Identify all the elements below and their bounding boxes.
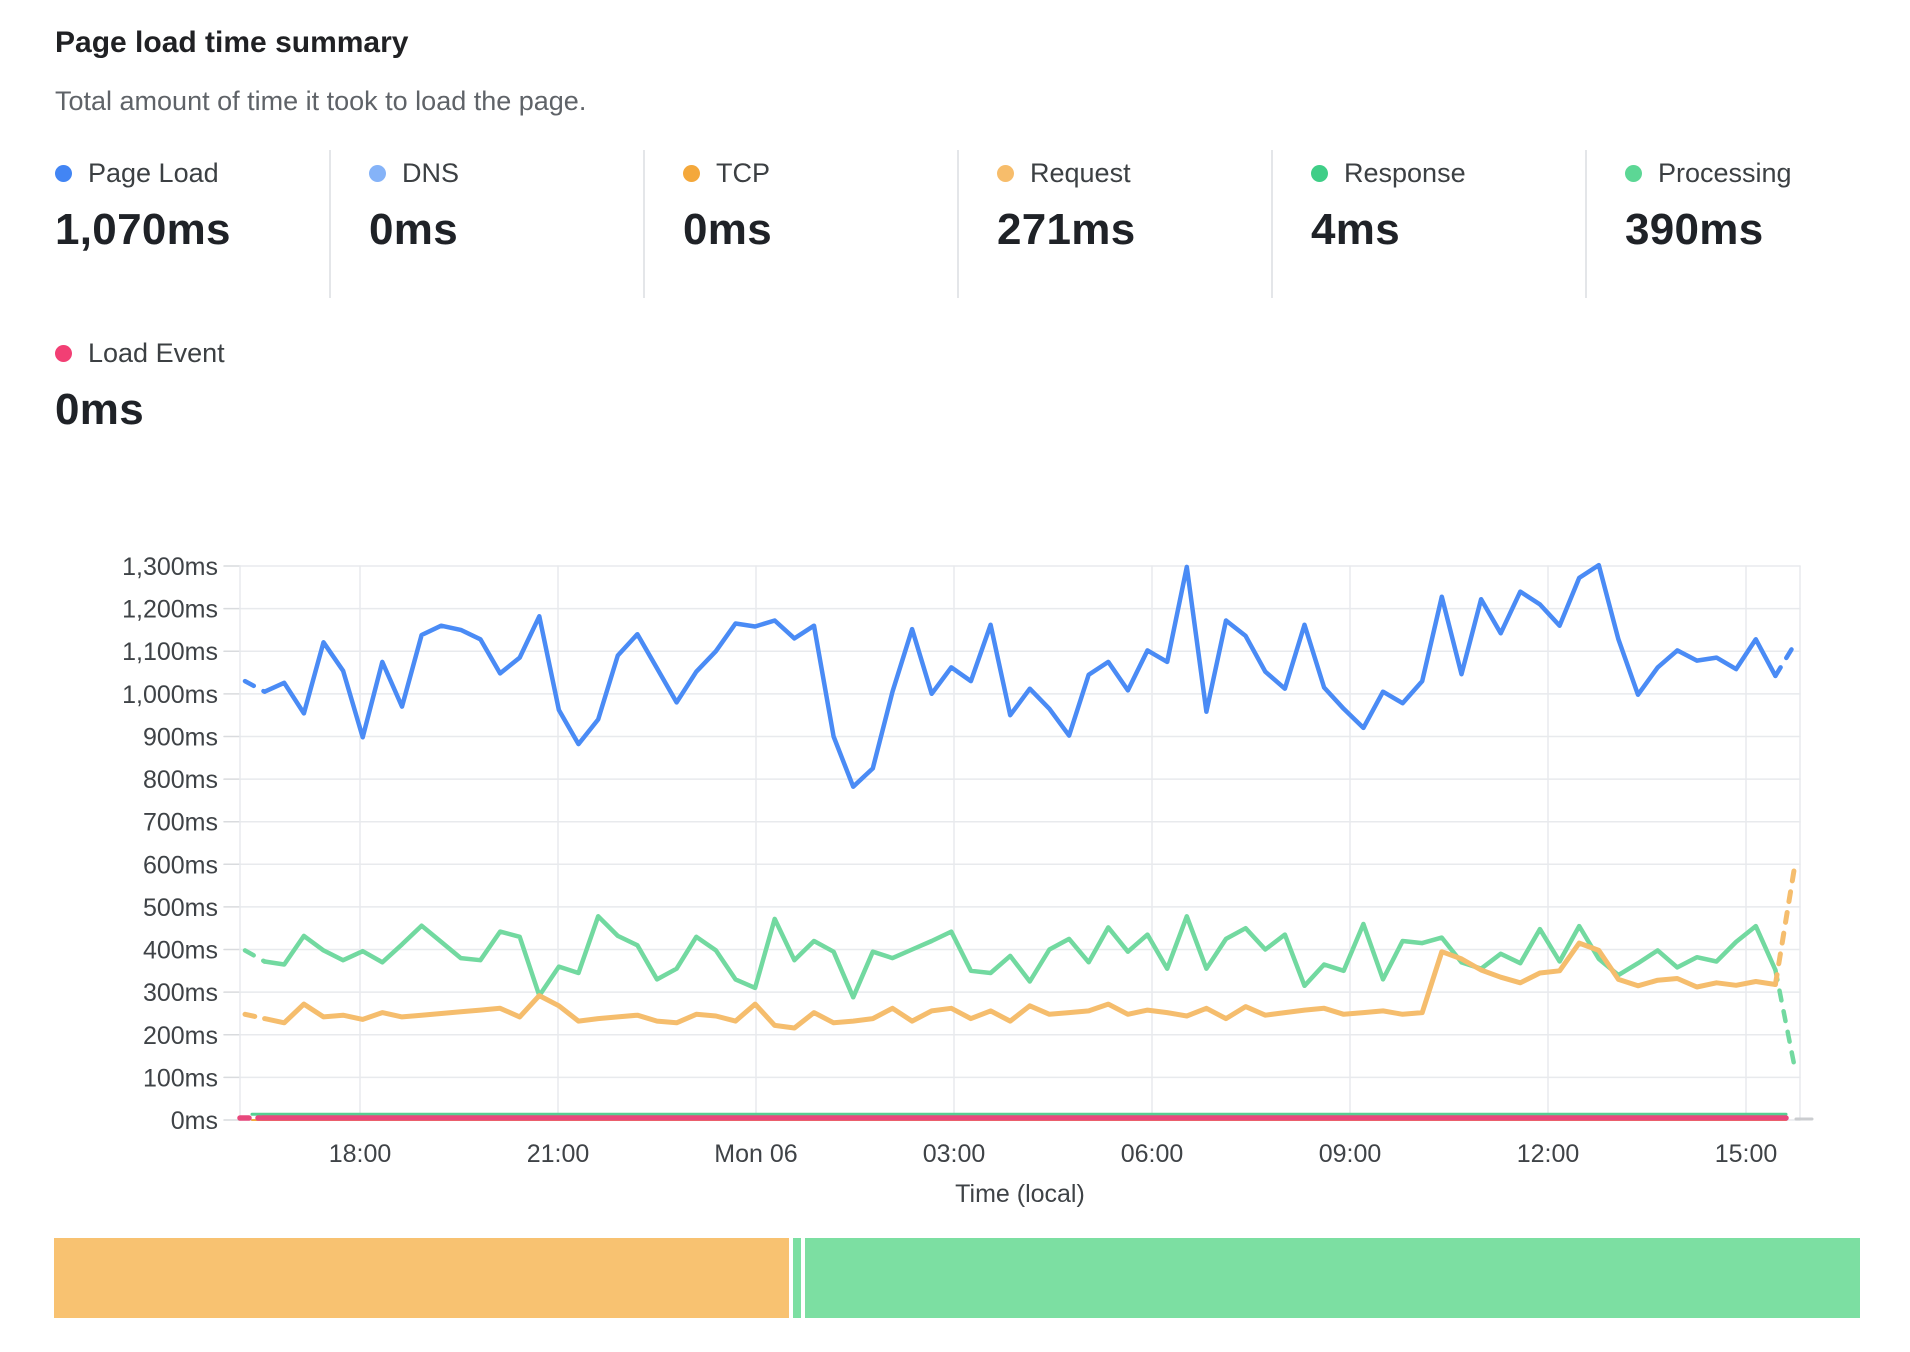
- y-tick-label: 600ms: [143, 851, 218, 879]
- x-tick-label: Mon 06: [714, 1140, 797, 1168]
- request-line: [265, 943, 1776, 1028]
- x-tick-label: 09:00: [1319, 1140, 1382, 1168]
- page-load-line-dashed-start: [245, 681, 265, 692]
- processing-line: [265, 916, 1776, 997]
- y-tick-label: 800ms: [143, 766, 218, 794]
- y-tick-label: 1,000ms: [122, 681, 218, 709]
- x-tick-label: 18:00: [329, 1140, 392, 1168]
- y-tick-label: 200ms: [143, 1022, 218, 1050]
- y-tick-label: 1,300ms: [122, 553, 218, 581]
- page-load-summary-panel: Page load time summary Total amount of t…: [0, 0, 1910, 1352]
- y-tick-label: 400ms: [143, 937, 218, 965]
- y-tick-label: 0ms: [171, 1107, 218, 1135]
- load-time-line-chart: 0ms 100ms 200ms 300ms 400ms 500ms 600ms 700ms 80…: [0, 0, 1910, 1352]
- page-load-line-dashed-end: [1775, 644, 1795, 676]
- y-tick-label: 1,200ms: [122, 596, 218, 624]
- x-tick-label: 15:00: [1715, 1140, 1778, 1168]
- bar-segment-request-portion: [54, 1238, 789, 1318]
- y-tick-label: 1,100ms: [122, 638, 218, 666]
- y-tick-label: 300ms: [143, 979, 218, 1007]
- processing-line-dashed-start: [245, 950, 265, 961]
- timing-breakdown-bar: [54, 1238, 1860, 1318]
- x-tick-label: 03:00: [923, 1140, 986, 1168]
- page-load-line: [265, 565, 1776, 787]
- y-tick-label: 100ms: [143, 1064, 218, 1092]
- y-tick-label: 700ms: [143, 809, 218, 837]
- y-tick-label: 500ms: [143, 894, 218, 922]
- request-line-dashed-end: [1775, 864, 1795, 984]
- request-line-dashed-start: [245, 1014, 265, 1018]
- x-tick-label: 12:00: [1517, 1140, 1580, 1168]
- x-tick-label: 21:00: [527, 1140, 590, 1168]
- x-tick-label: 06:00: [1121, 1140, 1184, 1168]
- y-tick-label: 900ms: [143, 723, 218, 751]
- processing-line-dashed-end: [1775, 970, 1795, 1069]
- x-axis-title: Time (local): [955, 1180, 1085, 1208]
- bar-segment-processing-sliver: [793, 1238, 801, 1318]
- bar-segment-processing-portion: [805, 1238, 1860, 1318]
